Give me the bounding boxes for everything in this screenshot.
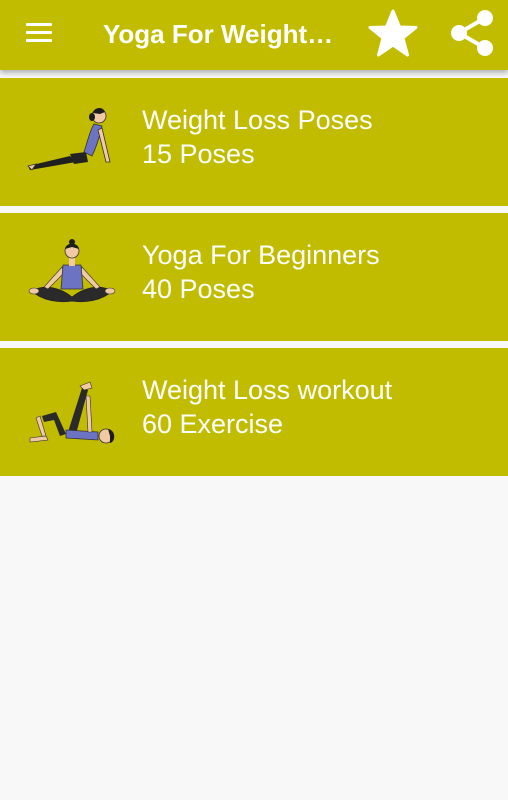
list-item[interactable]: Weight Loss workout 60 Exercise bbox=[0, 348, 508, 476]
list-item[interactable]: Weight Loss Poses 15 Poses bbox=[0, 78, 508, 206]
item-title: Weight Loss workout bbox=[142, 375, 393, 405]
menu-icon-bar bbox=[26, 23, 52, 26]
star-icon bbox=[368, 9, 418, 57]
app-title: Yoga For Weight… bbox=[103, 19, 334, 49]
list-item[interactable]: Yoga For Beginners 40 Poses bbox=[0, 213, 508, 341]
menu-icon-bar bbox=[26, 39, 52, 42]
item-title: Yoga For Beginners bbox=[142, 240, 380, 270]
item-count: 60 Exercise bbox=[142, 409, 284, 439]
favorite-button[interactable] bbox=[366, 8, 420, 60]
category-list: Weight Loss Poses 15 Poses Yoga For Begi… bbox=[0, 78, 508, 483]
menu-button[interactable] bbox=[18, 16, 60, 52]
share-button[interactable] bbox=[445, 6, 499, 60]
item-count: 40 Poses bbox=[142, 274, 255, 304]
leg-raise-pose-icon bbox=[29, 381, 115, 444]
item-count: 15 Poses bbox=[142, 139, 255, 169]
item-title: Weight Loss Poses bbox=[142, 105, 373, 135]
cobra-pose-icon bbox=[27, 107, 111, 171]
share-icon bbox=[451, 10, 493, 56]
menu-icon-bar bbox=[26, 31, 52, 34]
app-bar: Yoga For Weight… bbox=[0, 0, 508, 70]
lotus-pose-icon bbox=[28, 239, 116, 303]
